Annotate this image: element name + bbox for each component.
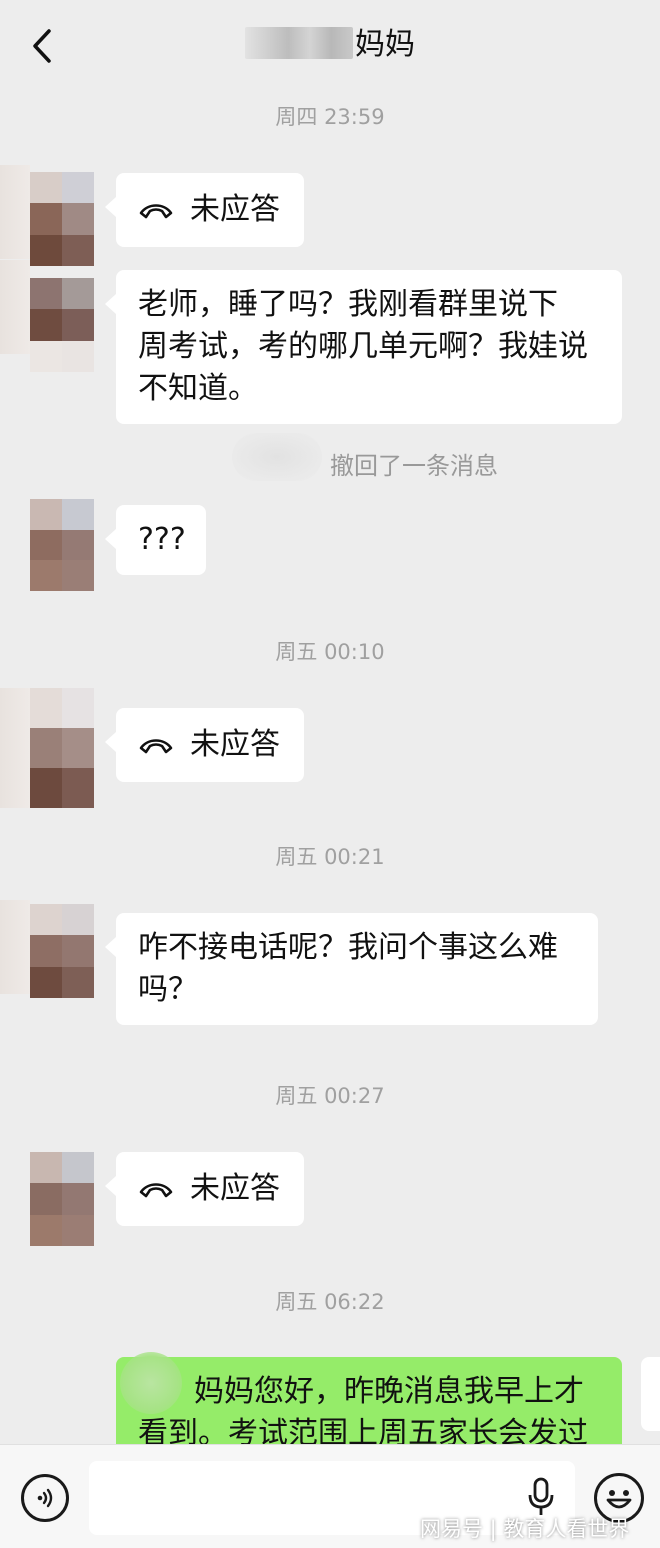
missed-call-label: 未应答 <box>190 1171 280 1206</box>
source-watermark: 网易号 | 教育人看世界 <box>420 1517 630 1541</box>
message-text: ??? <box>138 522 186 557</box>
message-line: 吗？ <box>138 972 198 1007</box>
avatar[interactable] <box>30 904 94 998</box>
message-bubble[interactable]: 咋不接电话呢？我问个事这么难 吗？ <box>105 913 598 1025</box>
missed-call-bubble[interactable]: 未应答 <box>105 173 304 247</box>
missed-call-label: 未应答 <box>190 727 280 762</box>
message-line: 周考试，考的哪几单元啊？我娃说 <box>138 329 588 364</box>
message-bubble[interactable]: 老师，睡了吗？我刚看群里说下 周考试，考的哪几单元啊？我娃说 不知道。 <box>105 270 622 424</box>
timestamp: 周五 06:22 <box>275 1290 385 1314</box>
voice-mode-button[interactable] <box>21 1474 69 1522</box>
avatar-blur-edge <box>0 260 30 354</box>
avatar[interactable] <box>30 172 94 266</box>
avatar[interactable] <box>30 278 94 372</box>
microphone-icon[interactable] <box>527 1477 555 1517</box>
missed-call-bubble[interactable]: 未应答 <box>105 708 304 782</box>
phone-hangup-icon <box>139 739 173 754</box>
timestamp: 周五 00:27 <box>275 1084 385 1108</box>
chat-title-suffix: 妈妈 <box>355 27 415 62</box>
message-bubble[interactable]: ??? <box>105 505 206 575</box>
phone-hangup-icon <box>139 204 173 219</box>
my-avatar[interactable] <box>641 1357 660 1431</box>
avatar-blur-edge <box>0 900 30 994</box>
missed-call-bubble[interactable]: 未应答 <box>105 1152 304 1226</box>
avatar[interactable] <box>30 1152 94 1246</box>
phone-hangup-icon <box>139 1183 173 1198</box>
blurred-name <box>245 27 353 59</box>
voice-wave-icon <box>37 1488 53 1508</box>
chat-title: 妈妈 <box>0 22 660 68</box>
avatar-blur-edge <box>0 688 30 808</box>
avatar[interactable] <box>30 688 94 808</box>
timestamp: 周四 23:59 <box>275 105 385 129</box>
message-line: 妈妈您好，昨晚消息我早上才 <box>194 1374 584 1409</box>
timestamp: 周五 00:10 <box>275 640 385 664</box>
message-line: 老师，睡了吗？我刚看群里说下 <box>138 287 558 322</box>
blurred-name <box>120 1352 182 1414</box>
missed-call-label: 未应答 <box>190 192 280 227</box>
avatar[interactable] <box>30 499 94 591</box>
recall-notice: 撤回了一条消息 <box>330 452 498 480</box>
chat-header: 妈妈 <box>0 0 660 92</box>
message-line: 不知道。 <box>138 371 258 406</box>
timestamp: 周五 00:21 <box>275 845 385 869</box>
avatar-blur-edge <box>0 165 30 259</box>
message-line: 咋不接电话呢？我问个事这么难 <box>138 930 558 965</box>
